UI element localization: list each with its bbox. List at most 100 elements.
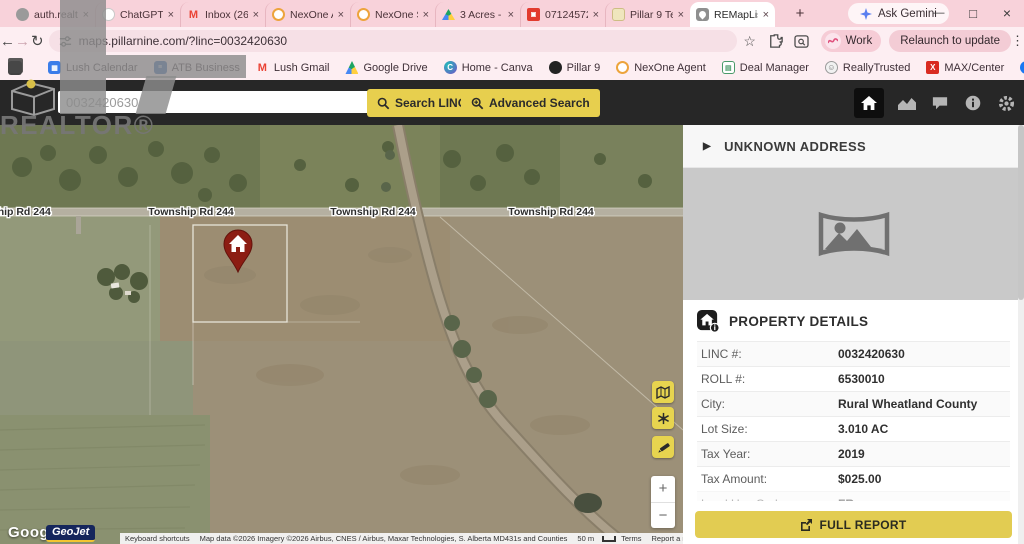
row-value: $025.00 [838, 472, 881, 486]
tab-close-icon[interactable]: × [338, 9, 344, 21]
tab-close-icon[interactable]: × [763, 9, 769, 21]
tab-title: NexOne A [290, 9, 333, 21]
tab-remaplist-active[interactable]: REMapList × [690, 2, 775, 27]
row-label: City: [697, 397, 838, 411]
tab-search-icon[interactable] [789, 35, 815, 48]
forward-button[interactable]: → [15, 33, 30, 50]
zoom-in-button[interactable]: + [651, 476, 675, 503]
row-label: ROLL #: [697, 372, 838, 386]
tab-nexone-a[interactable]: NexOne A × [265, 2, 350, 27]
extensions-icon[interactable] [763, 34, 789, 48]
home-button[interactable] [854, 88, 884, 118]
tab-pdf[interactable]: ▣ 07124572 × [520, 2, 605, 27]
bookmark-facebook[interactable]: fFacebook [1012, 61, 1024, 74]
atb-icon: ≡ [154, 61, 167, 74]
bookmark-label: ATB Business [172, 62, 240, 74]
address-bar[interactable]: maps.pillarnine.com/?linc=0032420630 [49, 30, 737, 52]
row-value: 2019 [838, 447, 865, 461]
tab-inbox[interactable]: M Inbox (26) × [180, 2, 265, 27]
close-button[interactable]: × [990, 0, 1024, 27]
address-header[interactable]: ▶ UNKNOWN ADDRESS [683, 125, 1024, 168]
panel-scrollbar[interactable] [1018, 125, 1024, 544]
advanced-search-button[interactable]: Advanced Search [461, 89, 600, 117]
tab-close-icon[interactable]: × [508, 9, 514, 21]
maximize-button[interactable]: □ [956, 0, 990, 27]
area-chart-icon [898, 97, 916, 110]
tab-nexone-s[interactable]: NexOne S × [350, 2, 435, 27]
scrollbar-thumb[interactable] [1018, 125, 1024, 300]
row-value: 0032420630 [838, 347, 905, 361]
tab-close-icon[interactable]: × [593, 9, 599, 21]
keyboard-shortcuts-link[interactable]: Keyboard shortcuts [120, 534, 195, 543]
tab-close-icon[interactable]: × [678, 9, 684, 21]
tab-auth-realtor[interactable]: auth.realto × [10, 2, 95, 27]
bookmark-star-icon[interactable]: ☆ [737, 33, 763, 50]
report-map-error-link[interactable]: Report a map error [647, 534, 683, 543]
bookmark-label: Lush Calendar [66, 62, 138, 74]
tab-title: 07124572 [545, 9, 588, 21]
tab-chatgpt[interactable]: ChatGPT - × [95, 2, 180, 27]
tab-close-icon[interactable]: × [423, 9, 429, 21]
bookmark-home-canva[interactable]: CHome - Canva [436, 61, 541, 74]
road-label: Township Rd 244 [148, 206, 234, 218]
profile-avatar [825, 33, 841, 49]
gemini-sparkle-icon [860, 8, 872, 20]
nexone-icon [616, 61, 629, 74]
external-link-icon [800, 519, 812, 531]
tab-3-acres[interactable]: 3 Acres - V × [435, 2, 520, 27]
bookmark-max-center[interactable]: XMAX/Center [918, 61, 1012, 74]
reload-button[interactable]: ↻ [30, 32, 45, 50]
bookmark-reallytrusted[interactable]: ☺ReallyTrusted [817, 61, 918, 74]
bookmark-nexone-agent[interactable]: NexOne Agent [608, 61, 714, 74]
tab-close-icon[interactable]: × [83, 9, 89, 21]
bookmark-label: Pillar 9 [567, 62, 601, 74]
new-tab-button[interactable]: + [790, 4, 810, 24]
row-value: 3.010 AC [838, 422, 888, 436]
chatgpt-favicon [102, 8, 115, 21]
map-attribution: Keyboard shortcuts Map data ©2026 Imager… [120, 533, 683, 544]
calendar-icon: ▦ [48, 61, 61, 74]
tab-pillar9[interactable]: Pillar 9 Tec × [605, 2, 690, 27]
tab-close-icon[interactable]: × [168, 9, 174, 21]
drive-favicon [442, 9, 455, 20]
info-button[interactable] [963, 93, 983, 113]
property-panel: ▶ UNKNOWN ADDRESS PROPERTY DETAILS [683, 125, 1024, 544]
browser-window: auth.realto × ChatGPT - × M Inbox (26) ×… [0, 0, 1024, 544]
bookmark-deal-manager[interactable]: ▤Deal Manager [714, 61, 817, 74]
zoom-out-button[interactable]: − [651, 503, 675, 529]
row-label: Tax Amount: [697, 472, 838, 486]
detail-row-tax-year: Tax Year:2019 [697, 441, 1010, 466]
map-canvas[interactable]: Township Rd 244 Township Rd 244 Township… [0, 125, 683, 544]
terms-link[interactable]: Terms [616, 534, 646, 543]
bookmark-pillar9[interactable]: Pillar 9 [541, 61, 609, 74]
search-linc-button[interactable]: Search LINC [367, 89, 476, 117]
canva-icon: C [444, 61, 457, 74]
profile-chip[interactable]: Work [821, 30, 882, 52]
browser-menu-icon[interactable]: ⋮ [1011, 33, 1024, 49]
full-report-button[interactable]: FULL REPORT [695, 511, 1012, 538]
detail-row-lot-size: Lot Size:3.010 AC [697, 416, 1010, 441]
pdf-favicon: ▣ [527, 8, 540, 21]
chat-button[interactable] [930, 93, 950, 113]
expand-icon[interactable]: ▶ [703, 141, 711, 152]
bookmark-atb-business[interactable]: ≡ ATB Business [146, 61, 248, 74]
bookmark-lush-gmail[interactable]: MLush Gmail [248, 61, 338, 74]
bookmark-lush-calendar[interactable]: ▦ Lush Calendar [40, 61, 146, 74]
chart-button[interactable] [897, 93, 917, 113]
property-details-icon [697, 310, 720, 333]
row-value: 6530010 [838, 372, 885, 386]
map-layers-button[interactable] [652, 381, 674, 403]
minimize-button[interactable]: — [922, 0, 956, 27]
measure-button[interactable] [652, 436, 674, 458]
linc-search-input[interactable] [58, 91, 374, 113]
site-info-icon[interactable] [59, 35, 72, 48]
side-panel-icon[interactable] [8, 61, 22, 75]
tab-close-icon[interactable]: × [253, 9, 259, 21]
back-button[interactable]: ← [0, 33, 15, 50]
address-title: UNKNOWN ADDRESS [724, 139, 866, 154]
geojet-logo[interactable]: GeoJet [46, 525, 95, 542]
imagery-toggle-button[interactable] [652, 407, 674, 429]
bookmark-google-drive[interactable]: Google Drive [337, 61, 435, 74]
settings-button[interactable] [996, 93, 1016, 113]
relaunch-to-update-button[interactable]: Relaunch to update [889, 30, 1011, 52]
